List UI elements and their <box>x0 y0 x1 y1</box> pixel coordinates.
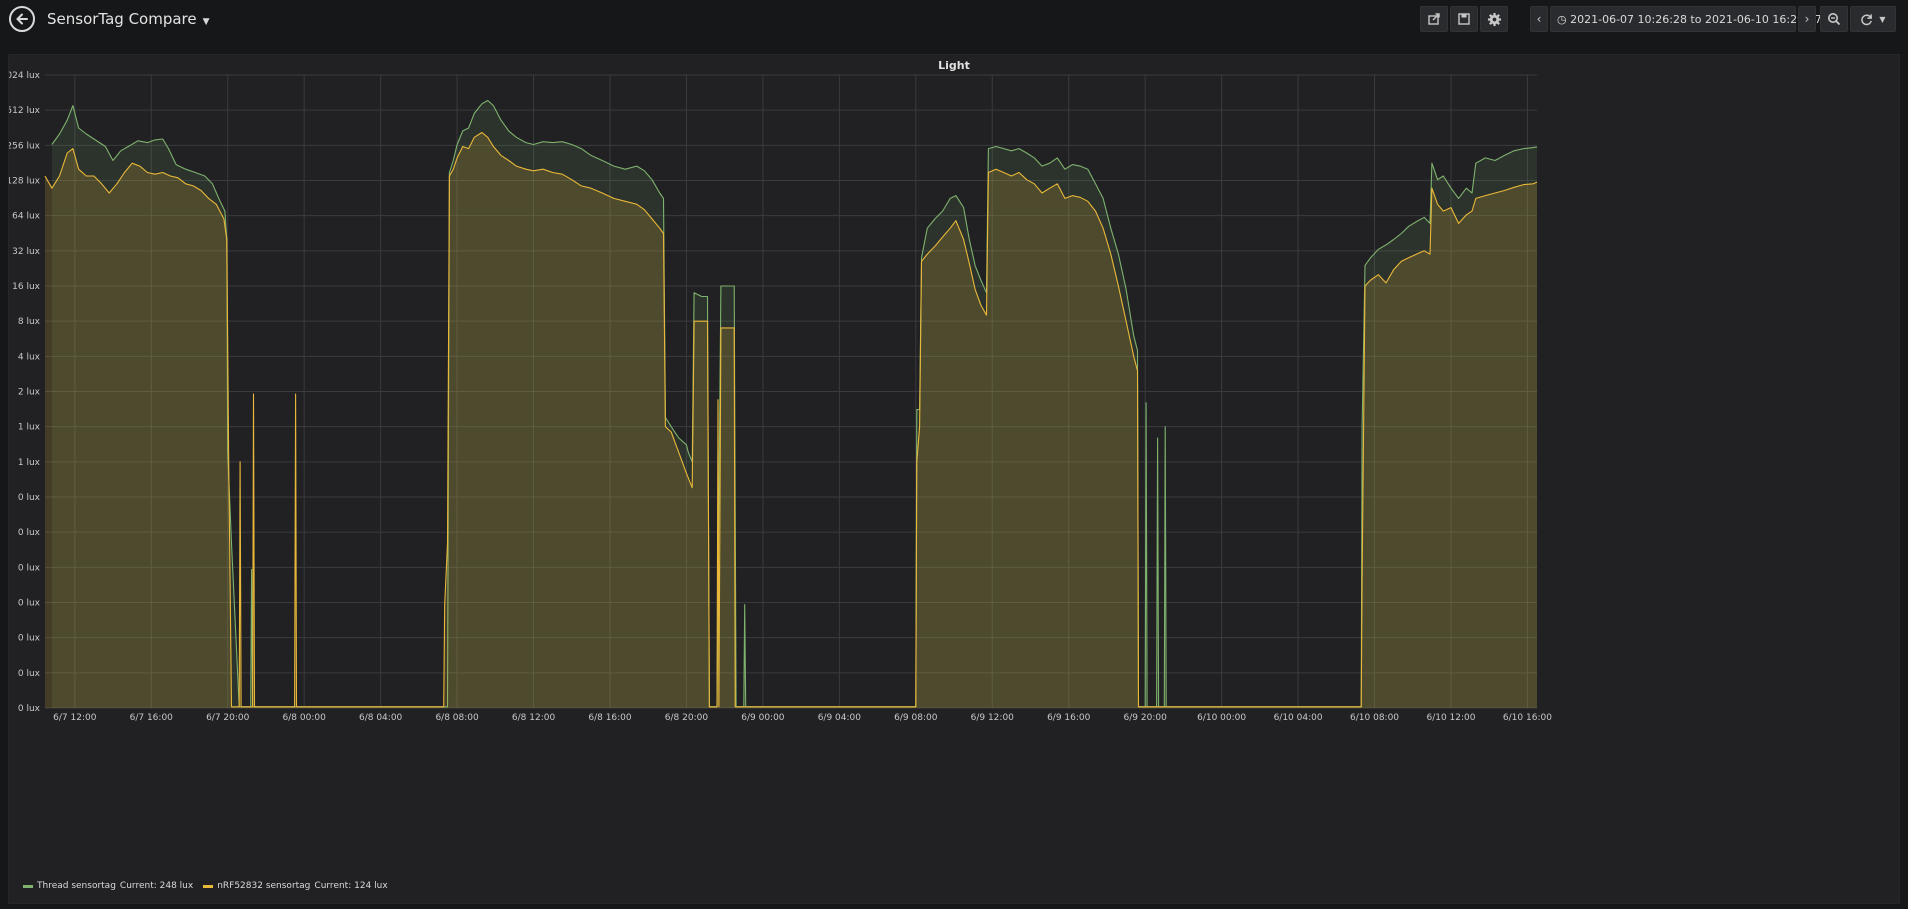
legend-current-thread: Current: 248 lux <box>119 881 194 891</box>
save-dashboard-button[interactable] <box>1450 6 1478 32</box>
dashboard-title: SensorTag Compare <box>47 10 197 28</box>
y-tick-label: 64 lux <box>12 212 41 222</box>
dashboard-title-picker[interactable]: SensorTag Compare ▼ <box>47 10 210 28</box>
x-tick-label: 6/8 08:00 <box>435 713 479 723</box>
legend-swatch-thread <box>23 884 33 888</box>
settings-button[interactable] <box>1480 6 1508 32</box>
series-line-thread <box>51 99 1538 708</box>
legend-item-nrf[interactable]: nRF52832 sensortag Current: 124 lux <box>203 881 388 891</box>
share-button[interactable] <box>1420 6 1448 32</box>
x-tick-label: 6/10 04:00 <box>1274 713 1323 723</box>
x-tick-label: 6/9 08:00 <box>894 713 938 723</box>
x-tick-label: 6/8 04:00 <box>359 713 403 723</box>
x-tick-label: 6/8 16:00 <box>588 713 632 723</box>
series-area-thread <box>51 100 1537 708</box>
x-tick-label: 6/10 08:00 <box>1350 713 1399 723</box>
time-range-text: 2021-06-07 10:26:28 to 2021-06-10 16:29:… <box>1570 12 1822 26</box>
gear-icon <box>1487 12 1501 26</box>
y-tick-label: 8 lux <box>18 317 41 327</box>
light-graph-panel: Light 1024 lux512 lux256 lux128 lux64 lu… <box>8 54 1900 904</box>
dashboard-navbar: SensorTag Compare ▼ ‹ ◷ 2021-06-07 10:26… <box>0 0 1908 46</box>
legend-item-thread[interactable]: Thread sensortag Current: 248 lux <box>23 881 193 891</box>
y-tick-label: 0 lux <box>18 563 41 573</box>
y-tick-label: 0 lux <box>18 528 41 538</box>
x-tick-label: 6/8 12:00 <box>512 713 556 723</box>
save-icon <box>1458 13 1470 25</box>
y-tick-label: 0 lux <box>18 493 41 503</box>
x-tick-label: 6/8 20:00 <box>665 713 709 723</box>
caret-down-icon: ▼ <box>202 17 210 27</box>
y-tick-label: 0 lux <box>18 634 41 644</box>
y-tick-label: 1 lux <box>18 423 41 433</box>
back-button[interactable] <box>9 6 35 32</box>
x-tick-label: 6/9 16:00 <box>1047 713 1091 723</box>
y-tick-label: 0 lux <box>18 669 41 679</box>
y-tick-label: 1024 lux <box>9 71 41 81</box>
series-line-nrf <box>44 131 1538 708</box>
x-tick-label: 6/8 00:00 <box>283 713 327 723</box>
share-icon <box>1428 13 1440 25</box>
y-tick-label: 0 lux <box>18 599 41 609</box>
refresh-icon <box>1861 13 1873 25</box>
y-tick-label: 32 lux <box>12 247 41 257</box>
series-area-nrf <box>45 132 1537 708</box>
y-tick-label: 16 lux <box>12 282 41 292</box>
x-tick-label: 6/10 00:00 <box>1197 713 1246 723</box>
x-tick-label: 6/9 00:00 <box>741 713 785 723</box>
time-shift-forward-button[interactable]: › <box>1798 6 1816 32</box>
time-range-picker[interactable]: ◷ 2021-06-07 10:26:28 to 2021-06-10 16:2… <box>1550 6 1831 32</box>
clock-icon: ◷ <box>1557 12 1567 26</box>
x-tick-label: 6/7 16:00 <box>130 713 174 723</box>
caret-down-icon: ▼ <box>1879 14 1886 24</box>
y-tick-label: 4 lux <box>18 352 41 362</box>
legend-current-nrf: Current: 124 lux <box>314 881 388 891</box>
chart-legend: Thread sensortag Current: 248 lux nRF528… <box>23 881 388 891</box>
legend-swatch-nrf <box>203 884 214 888</box>
x-tick-label: 6/10 12:00 <box>1426 713 1475 723</box>
x-tick-label: 6/9 12:00 <box>971 713 1015 723</box>
time-shift-back-button[interactable]: ‹ <box>1530 6 1548 32</box>
y-tick-label: 256 lux <box>9 141 41 151</box>
x-tick-label: 6/9 20:00 <box>1124 713 1168 723</box>
refresh-button[interactable]: ▼ <box>1850 6 1896 32</box>
light-chart[interactable]: 1024 lux 512 lux 256 lux 128 lux 64 lux 32 lu… <box>9 55 1899 875</box>
legend-label-thread: Thread sensortag <box>37 881 116 891</box>
y-tick-label: 1 lux <box>18 458 41 468</box>
x-tick-label: 6/7 12:00 <box>53 713 97 723</box>
y-tick-label: 0 lux <box>18 704 41 714</box>
y-tick-label: 2 lux <box>18 388 41 398</box>
chevron-left-icon: ‹ <box>1536 12 1542 26</box>
legend-label-nrf: nRF52832 sensortag <box>217 881 311 891</box>
zoom-out-button[interactable] <box>1820 6 1848 32</box>
y-tick-label: 512 lux <box>9 106 41 116</box>
x-tick-label: 6/9 04:00 <box>818 713 862 723</box>
y-tick-label: 128 lux <box>9 177 41 187</box>
zoom-out-icon <box>1828 13 1841 26</box>
x-tick-label: 6/10 16:00 <box>1503 713 1552 723</box>
x-tick-label: 6/7 20:00 <box>206 713 250 723</box>
arrow-left-icon <box>16 13 28 25</box>
chevron-right-icon: › <box>1804 12 1810 26</box>
